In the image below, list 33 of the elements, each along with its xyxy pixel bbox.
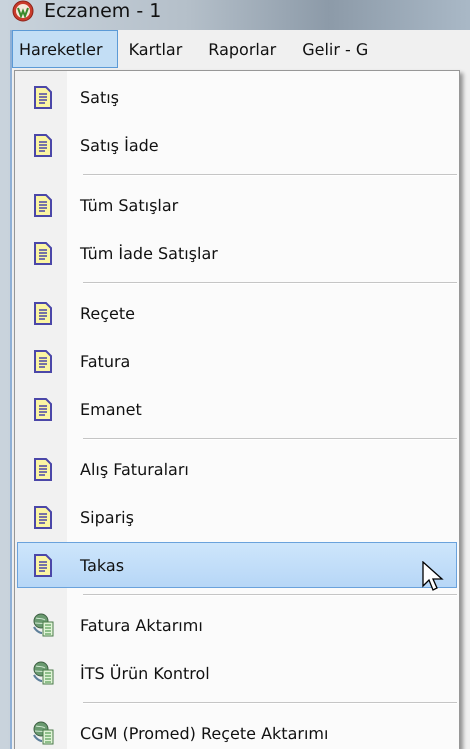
document-icon (34, 506, 52, 528)
document-icon (34, 242, 52, 264)
menu-item[interactable]: Fatura Aktarımı (17, 602, 457, 648)
app-logo-icon (12, 0, 34, 22)
document-icon (34, 302, 52, 324)
menu-bar-item[interactable]: Gelir - G (295, 30, 384, 68)
menu-item[interactable]: Fatura (17, 338, 457, 384)
menu-item[interactable]: İTS Ürün Kontrol (17, 650, 457, 696)
network-document-icon (32, 661, 54, 685)
network-document-icon (32, 613, 54, 637)
document-icon (34, 350, 52, 372)
menu-item[interactable]: Tüm Satışlar (17, 182, 457, 228)
menu-item[interactable]: Alış Faturaları (17, 446, 457, 492)
document-icon (34, 458, 52, 480)
document-icon (34, 554, 52, 576)
menu-bar-item[interactable]: Kartlar (122, 30, 198, 68)
document-icon (34, 86, 52, 108)
menu-item[interactable]: Reçete (17, 290, 457, 336)
window-title: Eczanem - 1 (44, 0, 162, 22)
document-icon (34, 134, 52, 156)
network-document-icon (32, 721, 54, 745)
menu-bar-item[interactable]: Raporlar (201, 30, 292, 68)
menu-bar-item[interactable]: Hareketler (12, 30, 118, 68)
menu-item[interactable]: Satış (17, 74, 457, 120)
menu-item[interactable]: Takas (17, 542, 457, 588)
document-icon (34, 398, 52, 420)
menu-item[interactable]: CGM (Promed) Reçete Aktarımı (17, 710, 457, 749)
menu-item[interactable]: Satış İade (17, 122, 457, 168)
menu-item[interactable]: Tüm İade Satışlar (17, 230, 457, 276)
document-icon (34, 194, 52, 216)
menu-item[interactable]: Sipariş (17, 494, 457, 540)
menu-item[interactable]: Emanet (17, 386, 457, 432)
mouse-cursor-icon (422, 561, 444, 593)
